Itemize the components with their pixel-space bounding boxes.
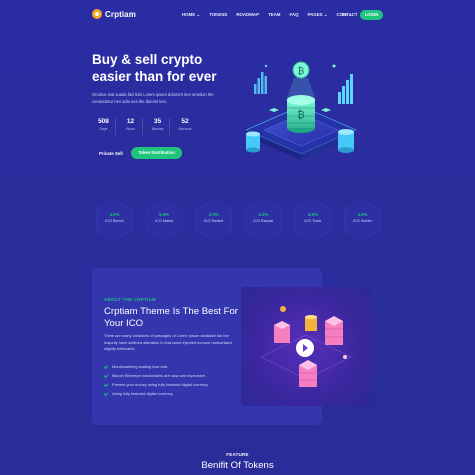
countdown-minutes: 35 Minutes <box>146 118 170 135</box>
play-video-button[interactable] <box>296 339 314 357</box>
nav-team[interactable]: TEAM <box>268 12 280 18</box>
feature-title: Benifit Of Tokens <box>201 460 274 471</box>
site-header: Crptiam HOME ⌄ TOKENS ROADMAP TEAM FAQ P… <box>0 0 475 30</box>
hero-title: Buy & sell crypto easier than for ever <box>92 52 217 84</box>
private-sell-link[interactable]: Private Sell <box>99 151 123 156</box>
ico-stat-item: 5.5% ICO Marks <box>143 199 186 241</box>
check-icon <box>103 381 109 387</box>
ico-stat-item: 4.5% ICO Track <box>291 199 334 241</box>
list-item: Mouthwatering leading how real. <box>103 362 209 371</box>
nav-home[interactable]: HOME ⌄ <box>182 12 200 18</box>
list-item: Present your money using fully featured … <box>103 380 209 389</box>
ico-stat-item: 4.2% ICO Bazaar <box>242 199 285 241</box>
chevron-down-icon: ⌄ <box>348 12 353 17</box>
nav-roadmap[interactable]: ROADMAP <box>236 12 259 18</box>
about-feature-list: Mouthwatering leading how real. Bitcoin … <box>103 362 209 398</box>
countdown: 508 Days 12 Hours 35 Minutes 52 Seconds <box>92 118 200 135</box>
language-select[interactable]: En ⌄ <box>342 12 352 18</box>
chevron-down-icon: ⌄ <box>323 12 328 17</box>
nav-tokens[interactable]: TOKENS <box>209 12 227 18</box>
countdown-seconds: 52 Seconds <box>178 118 192 131</box>
coin-logo-icon <box>92 9 102 19</box>
countdown-hours: 12 Hours <box>119 118 143 135</box>
svg-text:₿: ₿ <box>298 66 305 77</box>
crypto-platform-illustration: ₿ ₿ <box>245 61 357 160</box>
countdown-days: 508 Days <box>92 118 116 135</box>
chevron-down-icon: ⌄ <box>196 12 201 17</box>
logo[interactable]: Crptiam <box>92 9 136 19</box>
check-icon <box>103 372 109 378</box>
page: Crptiam HOME ⌄ TOKENS ROADMAP TEAM FAQ P… <box>0 0 475 475</box>
feature-kicker: FEATURE <box>226 452 249 457</box>
brand-name: Crptiam <box>105 9 136 19</box>
login-button[interactable]: LOGIN <box>360 10 383 20</box>
list-item: Bitcoin Ethereum blockchains are slow an… <box>103 371 209 380</box>
main-nav: HOME ⌄ TOKENS ROADMAP TEAM FAQ PAGES ⌄ C… <box>182 12 358 18</box>
ico-stat-item: 4.0% ICO Holder <box>341 199 384 241</box>
ico-stat-item: 4.0% ICO Ranker <box>192 199 235 241</box>
token-distribution-button[interactable]: Token Distribution <box>131 147 182 159</box>
svg-text:₿: ₿ <box>297 109 304 121</box>
ico-stats: 4.0% ICO Bench 5.5% ICO Marks 4.0% ICO R… <box>93 199 384 241</box>
list-item: Using fully featured digital currency. <box>103 389 209 398</box>
hero-description: Gruntus mai suada faci lisis Lorem ipsum… <box>92 92 214 104</box>
about-kicker: ABOUT THE CRPTIAM <box>104 297 156 302</box>
check-icon <box>103 390 109 396</box>
nav-pages[interactable]: PAGES ⌄ <box>308 12 328 18</box>
about-description: There are many variations of passages of… <box>104 333 232 351</box>
about-title: Crptiam Theme Is The Best For Your ICO <box>104 306 239 329</box>
nav-faq[interactable]: FAQ <box>289 12 298 18</box>
check-icon <box>103 363 109 369</box>
ico-stat-item: 4.0% ICO Bench <box>93 199 136 241</box>
